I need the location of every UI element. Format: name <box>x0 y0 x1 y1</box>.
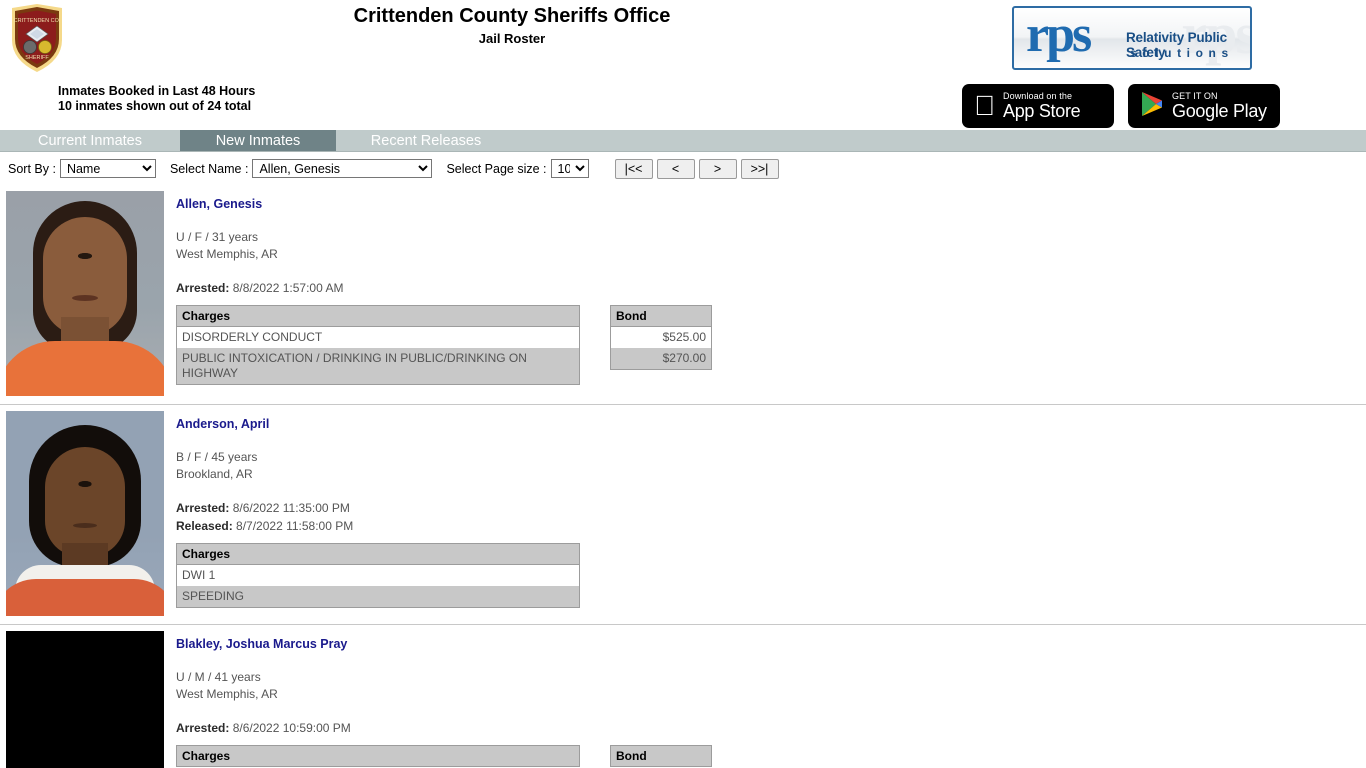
pager-prev-button[interactable]: < <box>656 158 695 179</box>
inmate-detail: Allen, Genesis U / F / 31 years West Memph… <box>164 185 1366 404</box>
rps-logo: rps rps Relativity Public Safety solutio… <box>1012 6 1252 70</box>
mugshot-shape-mouth <box>73 523 97 528</box>
inmate-race-sex-age: U / F / 31 years <box>176 230 259 244</box>
bond-table: Bond <box>610 745 712 767</box>
rps-wordmark: rps <box>1026 6 1092 63</box>
booked-summary: Inmates Booked in Last 48 Hours 10 inmat… <box>58 84 255 114</box>
inmate-list: Allen, Genesis U / F / 31 years West Memph… <box>0 185 1366 768</box>
charges-header: Charges <box>176 745 580 767</box>
google-play-button[interactable]: GET IT ON Google Play <box>1128 84 1280 128</box>
svg-text:SHERIFF: SHERIFF <box>25 55 49 61</box>
inmate-mugshot-placeholder: Photo Not <box>6 631 164 768</box>
title-block: Crittenden County Sheriffs Office Jail R… <box>0 4 1024 48</box>
tab-recent-releases[interactable]: Recent Releases <box>336 130 516 151</box>
inmate-demographics: U / F / 31 years West Memphis, AR <box>176 229 1366 263</box>
charges-table: Charges <box>176 745 580 767</box>
mugshot-shape-body <box>6 579 164 616</box>
inmate-tables: Charges DWI 1 SPEEDING <box>176 543 1366 608</box>
google-play-small-label: GET IT ON <box>1172 91 1218 101</box>
inmate-tables: Charges Bond <box>176 745 1366 767</box>
app-store-button[interactable]:  Download on the App Store <box>962 84 1114 128</box>
charge-description: DISORDERLY CONDUCT <box>176 326 580 348</box>
select-name-select[interactable]: Allen, Genesis <box>252 159 433 178</box>
charges-header: Charges <box>176 305 580 327</box>
sort-by-select[interactable]: Name <box>59 159 156 178</box>
mugshot-shape-mouth <box>72 295 98 301</box>
inmate-mugshot <box>6 411 164 616</box>
page-subtitle: Jail Roster <box>478 31 546 46</box>
inmate-name-link[interactable]: Allen, Genesis <box>176 197 262 211</box>
bond-amount: $525.00 <box>610 326 712 348</box>
booked-period-label: Inmates Booked in Last 48 Hours <box>58 84 256 98</box>
bond-header: Bond <box>610 305 712 327</box>
roster-tabbar: Current Inmates New Inmates Recent Relea… <box>0 130 1366 152</box>
app-store-big-label: App Store <box>982 101 1081 121</box>
charges-header: Charges <box>176 543 580 565</box>
charge-description: DWI 1 <box>176 564 580 586</box>
inmate-arrested-date: Arrested: 8/8/2022 1:57:00 AM <box>176 281 344 295</box>
page-size-select[interactable]: 10 <box>550 159 589 178</box>
charge-description: PUBLIC INTOXICATION / DRINKING IN PUBLIC… <box>176 348 580 385</box>
pager-last-button[interactable]: >>| <box>740 158 779 179</box>
bond-header: Bond <box>610 745 712 767</box>
inmate-name-link[interactable]: Blakley, Joshua Marcus Pray <box>176 637 347 651</box>
tab-current-inmates[interactable]: Current Inmates <box>0 130 180 151</box>
charge-row: SPEEDING <box>176 586 580 608</box>
charge-row: DISORDERLY CONDUCT <box>176 326 580 348</box>
select-name-label: Select Name : <box>169 161 249 176</box>
inmate-arrested-date: Arrested: 8/6/2022 11:35:00 PM <box>176 501 350 515</box>
tab-new-inmates[interactable]: New Inmates <box>180 130 336 151</box>
rps-tagline-line2: solutions <box>1130 46 1234 60</box>
inmate-dates: Arrested: 8/8/2022 1:57:00 AM <box>176 279 1366 297</box>
charges-table: Charges DWI 1 SPEEDING <box>176 543 580 608</box>
inmate-city-state: West Memphis, AR <box>176 687 278 701</box>
sort-by-label: Sort By : <box>8 161 56 176</box>
charge-row: PUBLIC INTOXICATION / DRINKING IN PUBLIC… <box>176 348 580 385</box>
charge-description: SPEEDING <box>176 586 580 608</box>
inmate-demographics: B / F / 45 years Brookland, AR <box>176 449 1366 483</box>
inmate-detail: Anderson, April B / F / 45 years Brookland… <box>164 405 1366 624</box>
inmate-record: Allen, Genesis U / F / 31 years West Memph… <box>0 185 1366 404</box>
tabbar-filler <box>516 130 1366 151</box>
page-header: CRITTENDEN CO. SHERIFF Crittenden County… <box>0 0 1366 130</box>
booked-count-label: 10 inmates shown out of 24 total <box>58 99 252 113</box>
google-play-icon <box>1140 91 1164 122</box>
page-size-label: Select Page size : <box>446 161 547 176</box>
google-play-big-label: Google Play <box>1172 101 1267 121</box>
inmate-tables: Charges DISORDERLY CONDUCT PUBLIC INTOXICA… <box>176 305 1366 385</box>
inmate-city-state: Brookland, AR <box>176 467 253 481</box>
inmate-race-sex-age: B / F / 45 years <box>176 450 258 464</box>
inmate-city-state: West Memphis, AR <box>176 247 278 261</box>
inmate-mugshot <box>6 191 164 396</box>
mugshot-shape-body <box>6 341 164 396</box>
pager-first-button[interactable]: |<< <box>614 158 653 179</box>
bond-row: $525.00 <box>610 326 712 348</box>
mugshot-shape-eyer <box>78 481 92 487</box>
bond-table: Bond $525.00 $270.00 <box>610 305 712 370</box>
inmate-released-date: Released: 8/7/2022 11:58:00 PM <box>176 519 354 533</box>
apple-icon:  <box>974 92 995 120</box>
inmate-demographics: U / M / 41 years West Memphis, AR <box>176 669 1366 703</box>
charge-row: DWI 1 <box>176 564 580 586</box>
mugshot-shape-eyer <box>78 253 92 259</box>
inmate-name-link[interactable]: Anderson, April <box>176 417 269 431</box>
bond-row: $270.00 <box>610 348 712 370</box>
inmate-detail: Blakley, Joshua Marcus Pray U / M / 41 ye… <box>164 625 1366 768</box>
pager-next-button[interactable]: > <box>698 158 737 179</box>
page-title: Crittenden County Sheriffs Office <box>353 5 671 27</box>
mugshot-shape-head <box>45 447 125 557</box>
roster-toolbar: Sort By : Name Select Name : Allen, Gene… <box>0 152 1366 185</box>
inmate-record: Anderson, April B / F / 45 years Brookland… <box>0 404 1366 624</box>
bond-amount: $270.00 <box>610 348 712 370</box>
inmate-race-sex-age: U / M / 41 years <box>176 670 261 684</box>
inmate-arrested-date: Arrested: 8/6/2022 10:59:00 PM <box>176 721 351 735</box>
inmate-record: Photo Not Blakley, Joshua Marcus Pray U / … <box>0 624 1366 768</box>
app-store-small-label: Download on the <box>982 91 1072 101</box>
inmate-dates: Arrested: 8/6/2022 10:59:00 PM <box>176 719 1366 737</box>
charges-table: Charges DISORDERLY CONDUCT PUBLIC INTOXICA… <box>176 305 580 385</box>
inmate-dates: Arrested: 8/6/2022 11:35:00 PM Released: … <box>176 499 1366 535</box>
